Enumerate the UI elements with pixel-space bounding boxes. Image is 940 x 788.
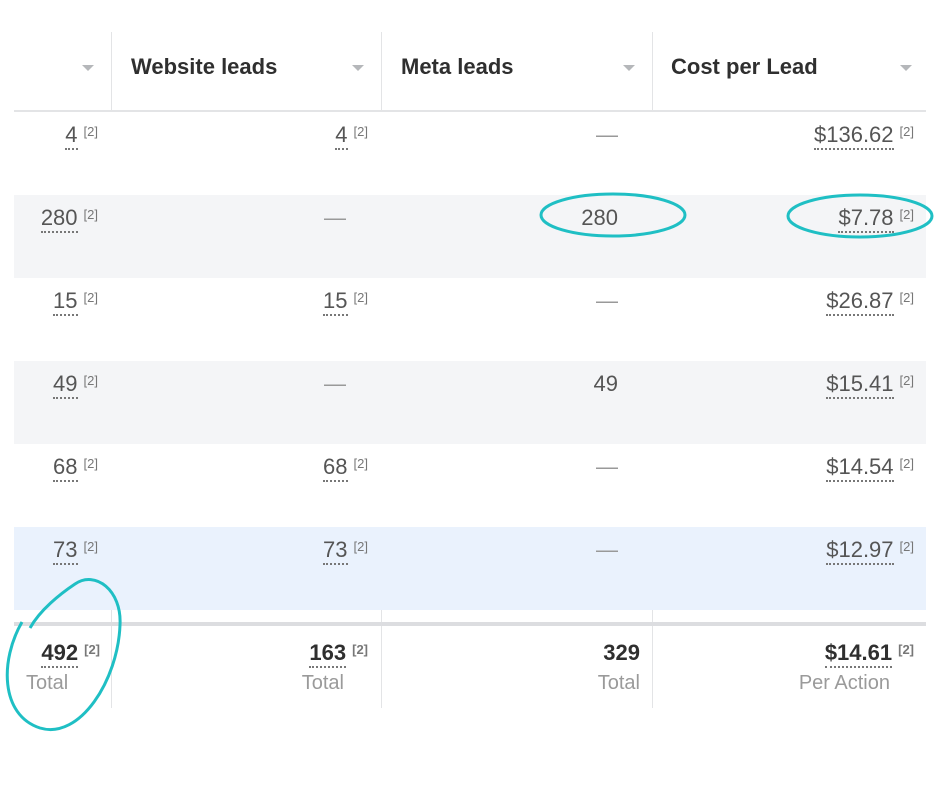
footnote-marker[interactable]: [2]	[354, 124, 368, 139]
cell-website: 68 [2]	[112, 454, 368, 484]
footnote-marker[interactable]: [2]	[354, 290, 368, 305]
metric-value[interactable]: 4	[335, 122, 348, 150]
footnote-marker[interactable]: [2]	[84, 290, 98, 305]
footnote-marker[interactable]: [2]	[84, 373, 98, 388]
column-header-website-leads[interactable]: Website leads	[112, 32, 381, 110]
table-row[interactable]: 15 [2] 15 [2] — $26.87 [2]	[14, 278, 926, 361]
cell-website: 73 [2]	[112, 537, 368, 567]
totals-row: 492 [2] Total 163 [2] Total 329 Total $14.…	[14, 622, 926, 716]
footnote-marker[interactable]: [2]	[84, 456, 98, 471]
cell-meta: 49	[382, 371, 640, 401]
footnote-marker[interactable]: [2]	[84, 124, 98, 139]
metric-value[interactable]: $26.87	[826, 288, 894, 316]
cell-meta: —	[382, 288, 640, 318]
cell-results: 68 [2]	[14, 454, 98, 484]
table-row[interactable]: 280 [2] — 280 $7.78 [2]	[14, 195, 926, 278]
metric-value[interactable]: 280	[40, 205, 78, 233]
cell-meta: —	[382, 454, 640, 484]
cell-cpl: $136.62 [2]	[653, 122, 914, 152]
total-meta-leads: 329 Total	[382, 640, 640, 695]
metric-value: 49	[593, 371, 618, 396]
metric-value: 280	[581, 205, 618, 230]
cell-cpl: $12.97 [2]	[653, 537, 914, 567]
cell-cpl: $7.78 [2]	[653, 205, 914, 235]
cell-results: 280 [2]	[14, 205, 98, 235]
metric-value[interactable]: $14.54	[826, 454, 894, 482]
metric-value[interactable]: 15	[323, 288, 348, 316]
total-value[interactable]: $14.61	[824, 640, 893, 668]
cell-meta: —	[382, 537, 640, 567]
footnote-marker[interactable]: [2]	[84, 642, 100, 657]
footnote-marker[interactable]: [2]	[84, 207, 98, 222]
metric-value[interactable]: 73	[53, 537, 78, 565]
footnote-marker[interactable]: [2]	[352, 642, 368, 657]
total-cost-per-lead: $14.61 [2] Per Action	[653, 640, 914, 695]
footnote-marker[interactable]: [2]	[900, 290, 914, 305]
empty-dash: —	[596, 454, 618, 479]
cell-results: 4 [2]	[14, 122, 98, 152]
footnote-marker[interactable]: [2]	[900, 456, 914, 471]
empty-dash: —	[324, 205, 346, 230]
total-website-leads: 163 [2] Total	[112, 640, 368, 695]
footnote-marker[interactable]: [2]	[900, 207, 914, 222]
metric-value[interactable]: 49	[53, 371, 78, 399]
cell-results: 49 [2]	[14, 371, 98, 401]
header-label: Website leads	[131, 54, 278, 79]
cell-meta: 280	[382, 205, 640, 235]
column-header-cost-per-lead[interactable]: Cost per Lead	[653, 32, 926, 110]
cell-results: 73 [2]	[14, 537, 98, 567]
total-label: Total	[597, 672, 640, 694]
metric-value[interactable]: 73	[323, 537, 348, 565]
empty-dash: —	[596, 537, 618, 562]
cell-website: 15 [2]	[112, 288, 368, 318]
metric-value[interactable]: 4	[65, 122, 78, 150]
total-label: Per Action	[798, 672, 890, 694]
total-label: Total	[26, 672, 69, 694]
cell-cpl: $14.54 [2]	[653, 454, 914, 484]
footnote-marker[interactable]: [2]	[354, 539, 368, 554]
total-value[interactable]: 492	[41, 640, 79, 668]
footnote-marker[interactable]: [2]	[900, 539, 914, 554]
total-label: Total	[301, 672, 344, 694]
footnote-marker[interactable]: [2]	[900, 373, 914, 388]
metric-value[interactable]: $136.62	[814, 122, 894, 150]
sort-caret-icon[interactable]	[900, 65, 912, 71]
table-row[interactable]: 4 [2] 4 [2] — $136.62 [2]	[14, 112, 926, 195]
metric-value[interactable]: 68	[323, 454, 348, 482]
total-value: 329	[603, 640, 640, 665]
table-header: Website leads Meta leads Cost per Lead	[14, 32, 926, 112]
header-label: Cost per Lead	[671, 54, 818, 79]
table-row[interactable]: 68 [2] 68 [2] — $14.54 [2]	[14, 444, 926, 527]
footnote-marker[interactable]: [2]	[898, 642, 914, 657]
total-value[interactable]: 163	[309, 640, 347, 668]
cell-cpl: $15.41 [2]	[653, 371, 914, 401]
cell-results: 15 [2]	[14, 288, 98, 318]
sort-caret-icon[interactable]	[82, 65, 94, 71]
metric-value[interactable]: $12.97	[826, 537, 894, 565]
empty-dash: —	[324, 371, 346, 396]
metric-value[interactable]: $7.78	[838, 205, 894, 233]
column-header-results[interactable]	[14, 32, 111, 110]
footnote-marker[interactable]: [2]	[354, 456, 368, 471]
header-label: Meta leads	[401, 54, 514, 79]
total-results: 492 [2] Total	[14, 640, 100, 695]
table-row[interactable]: 49 [2] — 49 $15.41 [2]	[14, 361, 926, 444]
footnote-marker[interactable]: [2]	[900, 124, 914, 139]
table-row[interactable]: 73 [2] 73 [2] — $12.97 [2]	[14, 527, 926, 610]
cell-website: —	[112, 371, 368, 401]
metric-value[interactable]: 15	[53, 288, 78, 316]
sort-caret-icon[interactable]	[352, 65, 364, 71]
cell-website: 4 [2]	[112, 122, 368, 152]
cell-meta: —	[382, 122, 640, 152]
footnote-marker[interactable]: [2]	[84, 539, 98, 554]
cell-website: —	[112, 205, 368, 235]
column-header-meta-leads[interactable]: Meta leads	[382, 32, 652, 110]
empty-dash: —	[596, 288, 618, 313]
sort-caret-icon[interactable]	[623, 65, 635, 71]
metric-value[interactable]: 68	[53, 454, 78, 482]
metric-value[interactable]: $15.41	[826, 371, 894, 399]
cell-cpl: $26.87 [2]	[653, 288, 914, 318]
empty-dash: —	[596, 122, 618, 147]
